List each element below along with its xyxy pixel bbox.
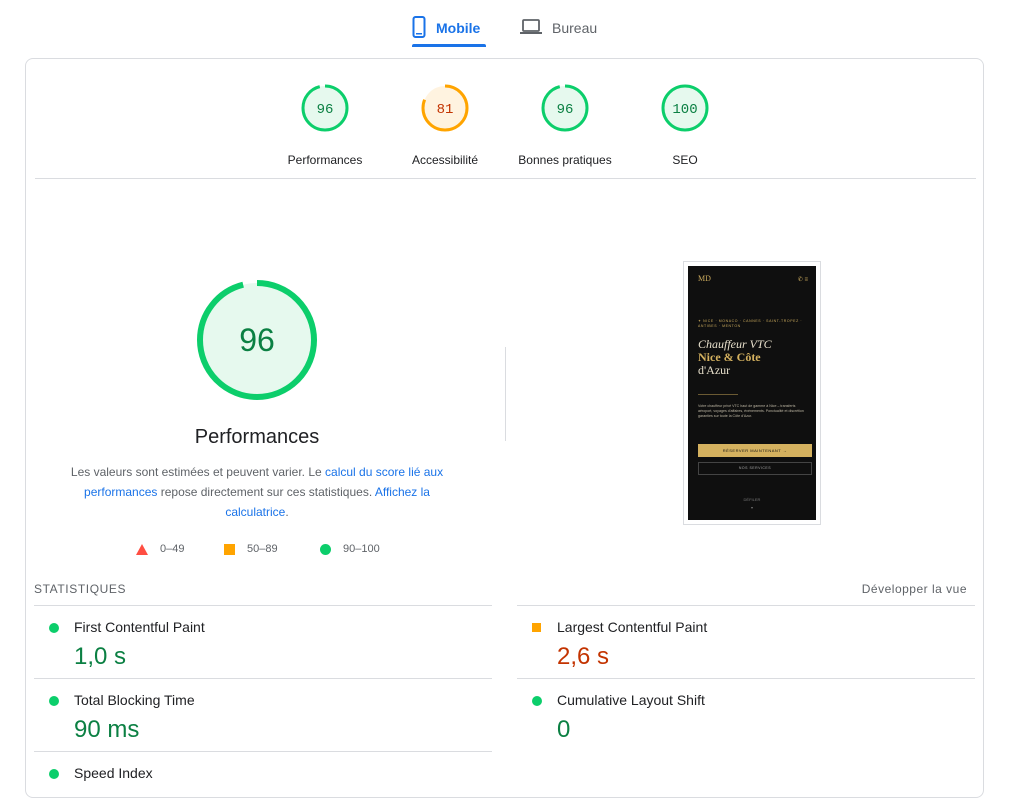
metric-fcp: First Contentful Paint 1,0 s — [34, 605, 492, 679]
screenshot-rule — [698, 394, 738, 395]
circle-icon — [320, 543, 331, 555]
gauge-seo[interactable]: 100 SEO — [620, 84, 750, 167]
gauge-label: Accessibilité — [411, 153, 479, 167]
report-card: 96 Performances 81 Accessibilité 96 Bonn… — [25, 58, 984, 798]
gauge-performance[interactable]: 96 Performances — [260, 84, 390, 167]
page-screenshot-thumbnail[interactable]: MD ✆ ≡ ✦ NICE · MONACO · CANNES · SAINT-… — [683, 261, 821, 525]
metric-cls: Cumulative Layout Shift 0 — [517, 678, 975, 752]
tab-desktop[interactable]: Bureau — [520, 10, 597, 46]
scroll-indicator: DÉFILER ▾ — [743, 497, 761, 510]
legend-average: 50–89 — [224, 543, 278, 555]
phone-menu-icon: ✆ ≡ — [797, 277, 808, 283]
metric-tbt: Total Blocking Time 90 ms — [34, 678, 492, 752]
performance-score-value: 96 — [239, 322, 275, 358]
svg-text:100: 100 — [672, 102, 697, 118]
smartphone-icon — [412, 15, 426, 41]
square-icon — [224, 543, 235, 555]
gauge-label: Performances — [287, 153, 363, 167]
svg-text:96: 96 — [557, 102, 574, 118]
gauge-label: Bonnes pratiques — [518, 153, 612, 167]
section-divider — [35, 178, 976, 179]
score-ring: 100 — [661, 84, 709, 132]
screenshot-paragraph: Votre chauffeur privé VTC haut de gamme … — [698, 404, 804, 418]
screenshot-headline: Chauffeur VTC Nice & Côte d'Azur — [698, 337, 772, 377]
gauge-best-practices[interactable]: 96 Bonnes pratiques — [500, 84, 630, 167]
laptop-icon — [520, 18, 542, 38]
score-ring: 81 — [421, 84, 469, 132]
tab-mobile-label: Mobile — [436, 20, 481, 36]
metric-speed-index: Speed Index — [34, 751, 492, 797]
screenshot-content: MD ✆ ≡ ✦ NICE · MONACO · CANNES · SAINT-… — [688, 266, 816, 520]
legend-fail: 0–49 — [136, 543, 184, 555]
pass-circle-icon — [532, 696, 542, 706]
gauge-label: SEO — [672, 153, 698, 167]
svg-text:96: 96 — [317, 102, 334, 118]
vertical-divider — [505, 347, 506, 441]
site-logo: MD — [698, 274, 711, 283]
tab-mobile[interactable]: Mobile — [412, 10, 480, 46]
gauge-accessibility[interactable]: 81 Accessibilité — [380, 84, 510, 167]
triangle-icon — [136, 543, 148, 555]
score-ring: 96 — [301, 84, 349, 132]
pass-circle-icon — [49, 696, 59, 706]
active-tab-indicator — [412, 44, 486, 47]
screenshot-primary-button: RÉSERVER MAINTENANT → — [698, 444, 812, 457]
screenshot-secondary-button: NOS SERVICES — [698, 462, 812, 475]
performance-description: Les valeurs sont estimées et peuvent var… — [70, 465, 444, 519]
performance-score-gauge: 96 — [197, 280, 317, 400]
screenshot-cities: ✦ NICE · MONACO · CANNES · SAINT-TROPEZ … — [698, 319, 803, 328]
stats-heading: STATISTIQUES — [34, 582, 127, 596]
performance-title: Performances — [194, 426, 320, 448]
pass-circle-icon — [49, 769, 59, 779]
pass-circle-icon — [49, 623, 59, 633]
svg-text:81: 81 — [437, 102, 454, 118]
legend-pass: 90–100 — [320, 543, 380, 555]
average-square-icon — [532, 623, 541, 632]
metric-lcp: Largest Contentful Paint 2,6 s — [517, 605, 975, 679]
expand-view-toggle[interactable]: Développer la vue — [862, 582, 967, 596]
score-ring: 96 — [541, 84, 589, 132]
tab-desktop-label: Bureau — [552, 20, 598, 36]
device-tabs: Mobile Bureau — [0, 0, 1024, 48]
